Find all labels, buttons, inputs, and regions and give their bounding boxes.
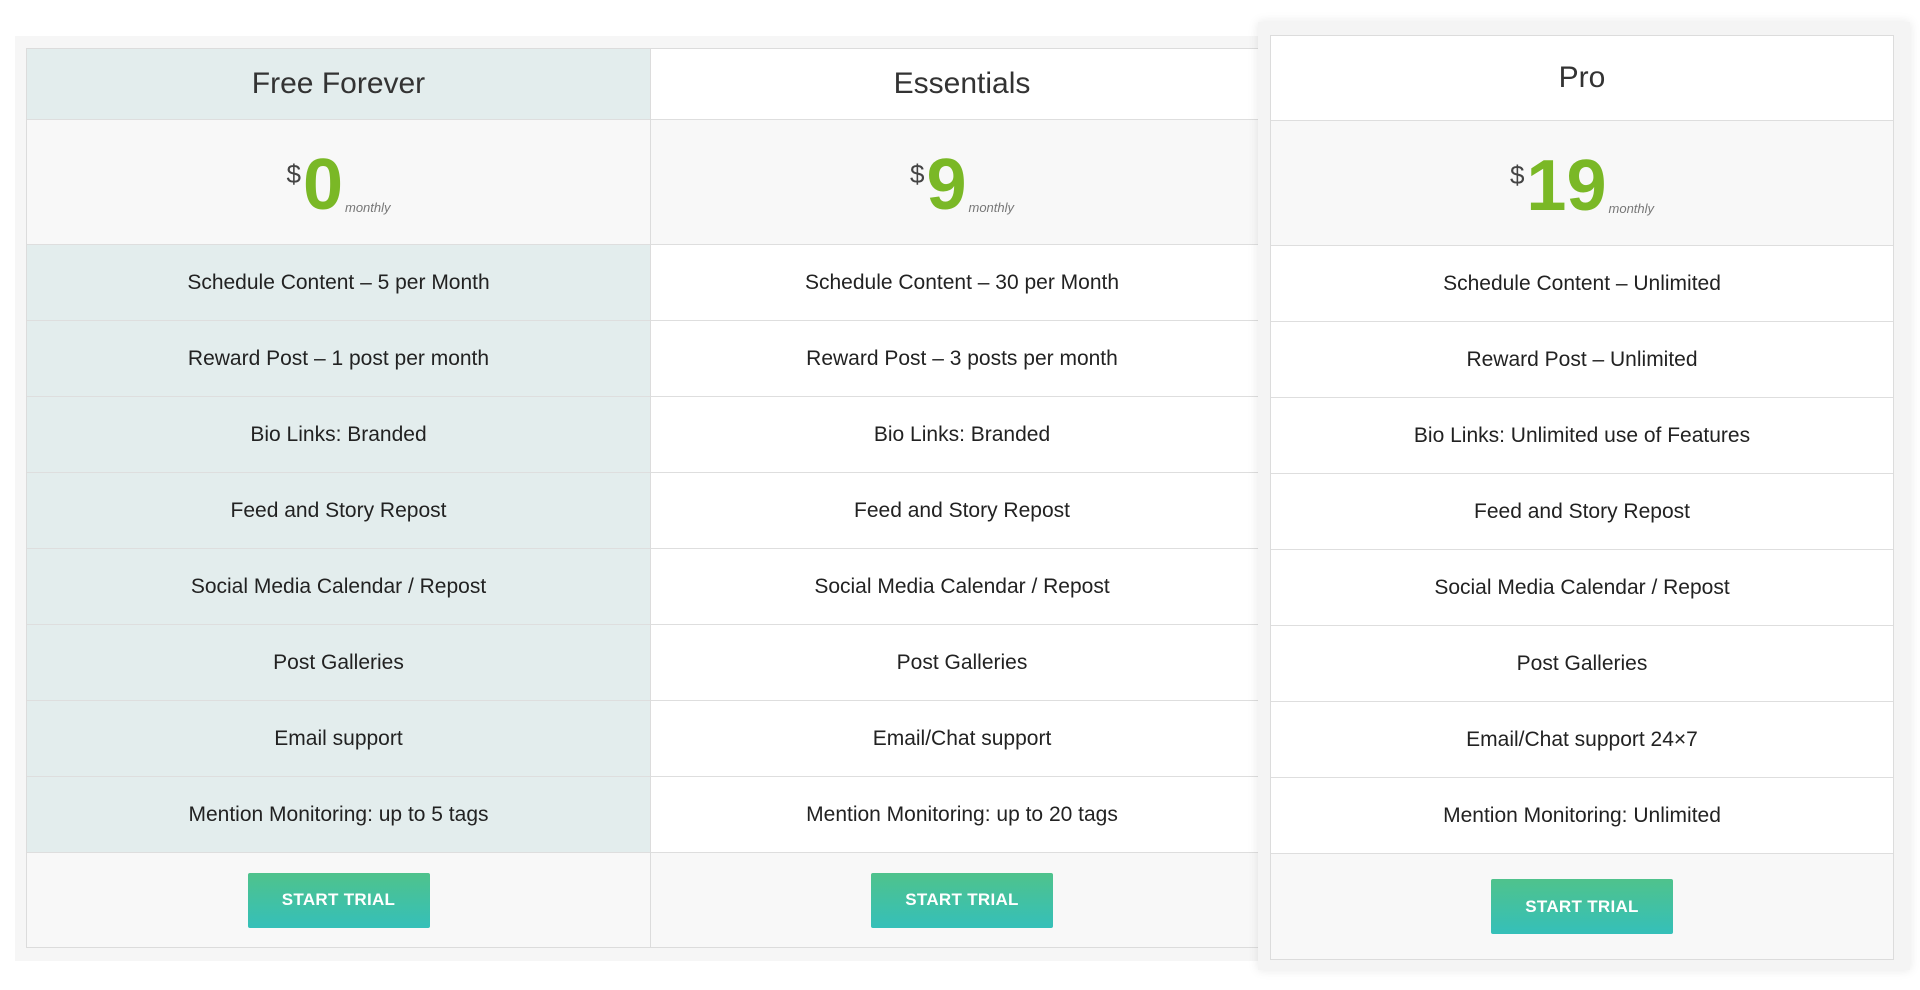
feature-row: Reward Post – 3 posts per month — [651, 321, 1273, 397]
feature-row: Bio Links: Unlimited use of Features — [1271, 398, 1893, 474]
plan-card-pro-highlight: Pro $ 19 monthly Schedule Content – Unli… — [1258, 22, 1910, 970]
feature-row: Feed and Story Repost — [27, 473, 650, 549]
plan-column-pro: Pro $ 19 monthly Schedule Content – Unli… — [1270, 35, 1894, 960]
plan-name: Free Forever — [27, 49, 650, 120]
price-period: monthly — [968, 200, 1015, 215]
feature-row: Post Galleries — [1271, 626, 1893, 702]
plan-price: $ 19 monthly — [1271, 121, 1893, 246]
price-currency: $ — [909, 159, 925, 189]
feature-row: Mention Monitoring: up to 5 tags — [27, 777, 650, 853]
plan-name: Pro — [1271, 36, 1893, 121]
feature-row: Social Media Calendar / Repost — [651, 549, 1273, 625]
price-currency: $ — [1509, 160, 1525, 190]
price-currency: $ — [286, 159, 301, 189]
plan-column-free: Free Forever $ 0 monthly Schedule Conten… — [26, 48, 650, 948]
feature-row: Social Media Calendar / Repost — [27, 549, 650, 625]
button-row: START TRIAL — [1271, 854, 1893, 959]
plan-name: Essentials — [651, 49, 1273, 120]
feature-row: Schedule Content – Unlimited — [1271, 246, 1893, 322]
feature-row: Post Galleries — [27, 625, 650, 701]
start-trial-button-pro[interactable]: START TRIAL — [1491, 879, 1673, 934]
feature-row: Mention Monitoring: Unlimited — [1271, 778, 1893, 854]
price-amount: 0 — [302, 145, 343, 225]
button-row: START TRIAL — [27, 853, 650, 947]
price-period: monthly — [1608, 201, 1655, 216]
feature-row: Schedule Content – 30 per Month — [651, 245, 1273, 321]
feature-row: Bio Links: Branded — [651, 397, 1273, 473]
feature-row: Email/Chat support — [651, 701, 1273, 777]
feature-row: Feed and Story Repost — [651, 473, 1273, 549]
feature-row: Reward Post – Unlimited — [1271, 322, 1893, 398]
feature-row: Email/Chat support 24×7 — [1271, 702, 1893, 778]
price-amount: 9 — [926, 145, 967, 225]
price-period: monthly — [344, 200, 391, 215]
feature-row: Feed and Story Repost — [1271, 474, 1893, 550]
plan-price: $ 9 monthly — [651, 120, 1273, 245]
feature-row: Bio Links: Branded — [27, 397, 650, 473]
feature-row: Reward Post – 1 post per month — [27, 321, 650, 397]
feature-row: Email support — [27, 701, 650, 777]
feature-row: Post Galleries — [651, 625, 1273, 701]
start-trial-button-essentials[interactable]: START TRIAL — [871, 872, 1053, 928]
plan-price: $ 0 monthly — [27, 120, 650, 245]
start-trial-button-free[interactable]: START TRIAL — [247, 872, 430, 928]
feature-row: Social Media Calendar / Repost — [1271, 550, 1893, 626]
plan-column-essentials: Essentials $ 9 monthly Schedule Content … — [650, 48, 1274, 948]
button-row: START TRIAL — [651, 853, 1273, 947]
feature-row: Mention Monitoring: up to 20 tags — [651, 777, 1273, 853]
feature-row: Schedule Content – 5 per Month — [27, 245, 650, 321]
price-amount: 19 — [1526, 146, 1607, 226]
